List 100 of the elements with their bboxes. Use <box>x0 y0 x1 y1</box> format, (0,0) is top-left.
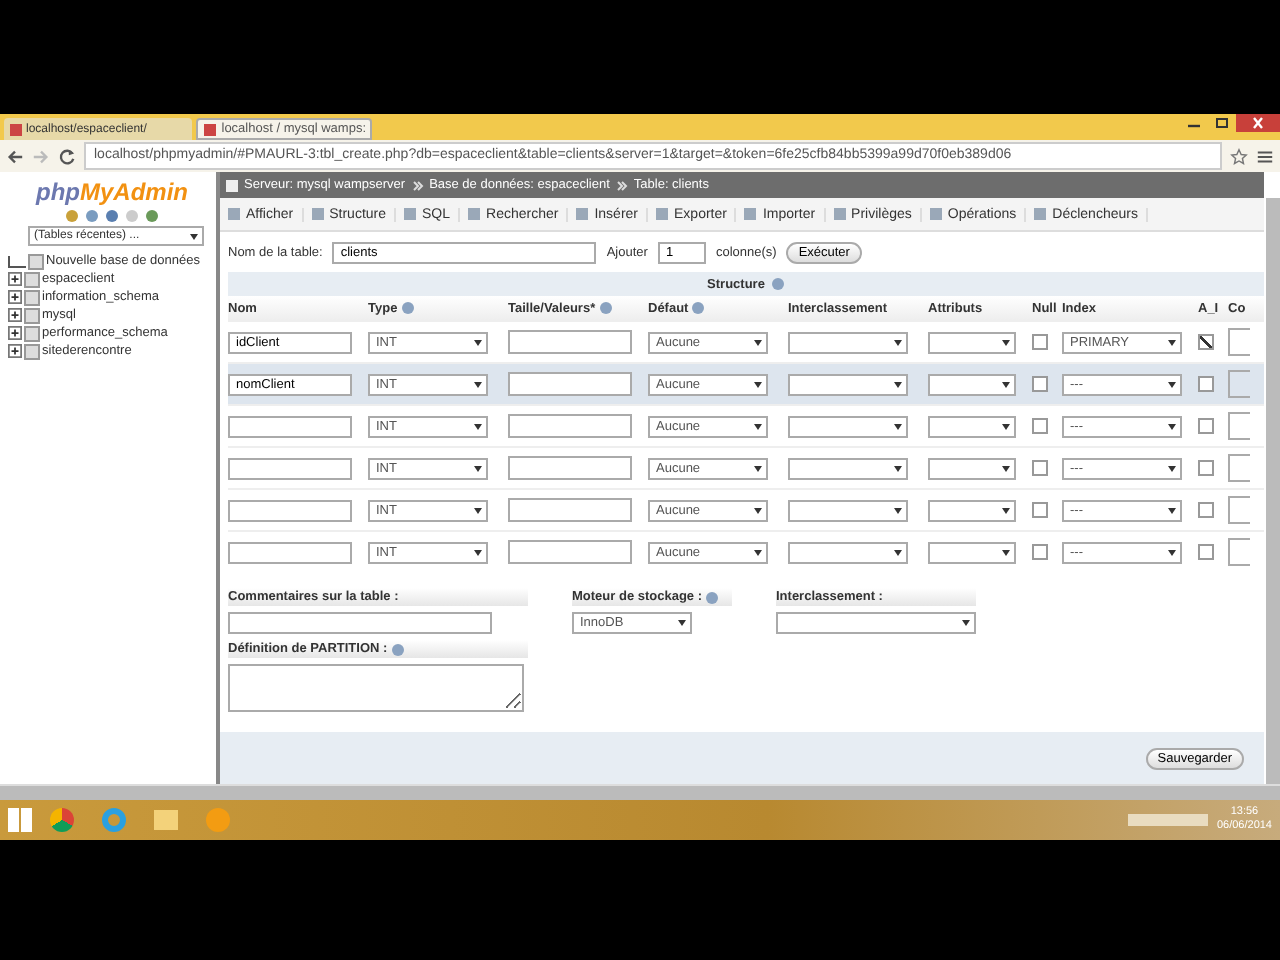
caret-icon <box>1002 381 1010 387</box>
reload-icon[interactable] <box>58 147 76 165</box>
column-name-field[interactable] <box>228 415 352 437</box>
attributes-dropdown[interactable] <box>928 373 1016 395</box>
attributes-dropdown[interactable] <box>928 415 1016 437</box>
collation-dropdown[interactable] <box>788 457 908 479</box>
back-icon[interactable] <box>6 147 24 165</box>
null-checkbox[interactable] <box>1032 544 1048 560</box>
caret-icon <box>754 339 762 345</box>
tab-icon <box>833 208 846 220</box>
caret-icon <box>1002 465 1010 471</box>
scrollbar[interactable] <box>1266 198 1280 784</box>
scrollbar[interactable] <box>0 784 1280 800</box>
collation-dropdown[interactable] <box>788 415 908 437</box>
expand-icon[interactable] <box>8 344 22 358</box>
attributes-dropdown[interactable] <box>928 457 1016 479</box>
logo-text: MyAdmin <box>80 178 188 206</box>
caret-icon <box>1168 423 1176 429</box>
tab-icon <box>744 208 757 220</box>
close-icon[interactable] <box>1236 114 1280 132</box>
length-field[interactable] <box>508 540 632 564</box>
separator-icon <box>615 179 628 191</box>
partition-field[interactable] <box>228 664 524 712</box>
column-name-field[interactable] <box>228 541 352 563</box>
collation-dropdown[interactable] <box>788 331 908 353</box>
comment-field[interactable] <box>1228 370 1250 398</box>
caret-icon <box>190 233 198 239</box>
comment-field[interactable] <box>1228 328 1250 356</box>
page-icon <box>10 123 22 135</box>
caret-icon <box>1002 507 1010 513</box>
windows-logo-icon[interactable] <box>8 808 32 832</box>
column-name-field[interactable] <box>228 499 352 521</box>
caret-icon <box>678 620 686 626</box>
null-checkbox[interactable] <box>1032 502 1048 518</box>
caret-icon <box>754 381 762 387</box>
collation-dropdown[interactable] <box>788 499 908 521</box>
caret-icon <box>894 381 902 387</box>
caret-icon <box>962 620 970 626</box>
tab-icon <box>656 208 669 220</box>
tab-icon <box>311 208 324 220</box>
caret-icon <box>1002 339 1010 345</box>
caret-icon <box>754 465 762 471</box>
tab-icon <box>404 208 417 220</box>
attributes-dropdown[interactable] <box>928 499 1016 521</box>
column-name-field[interactable] <box>228 457 352 479</box>
caret-icon <box>894 339 902 345</box>
length-field[interactable] <box>508 330 632 354</box>
caret-icon <box>754 423 762 429</box>
comment-field[interactable] <box>1228 454 1250 482</box>
caret-icon <box>894 549 902 555</box>
table-collation-dropdown[interactable] <box>776 612 976 634</box>
comments-field[interactable] <box>228 612 492 634</box>
tab-icon <box>468 208 481 220</box>
auto-increment-checkbox[interactable] <box>1198 502 1214 518</box>
logo-text: php <box>36 178 80 206</box>
caret-icon <box>1168 339 1176 345</box>
length-field[interactable] <box>508 372 632 396</box>
tab-icon <box>929 208 942 220</box>
auto-increment-checkbox[interactable] <box>1198 460 1214 476</box>
star-icon[interactable] <box>1230 147 1248 165</box>
caret-icon <box>474 339 482 345</box>
attributes-dropdown[interactable] <box>928 331 1016 353</box>
auto-increment-checkbox[interactable] <box>1198 334 1214 350</box>
expand-icon[interactable] <box>8 308 22 322</box>
caret-icon <box>474 465 482 471</box>
caret-icon <box>754 549 762 555</box>
expand-icon[interactable] <box>8 290 22 304</box>
comment-field[interactable] <box>1228 496 1250 524</box>
null-checkbox[interactable] <box>1032 418 1048 434</box>
attributes-dropdown[interactable] <box>928 541 1016 563</box>
collation-dropdown[interactable] <box>788 541 908 563</box>
comment-field[interactable] <box>1228 412 1250 440</box>
page-icon <box>204 123 216 135</box>
tab-icon <box>228 208 240 220</box>
null-checkbox[interactable] <box>1032 460 1048 476</box>
caret-icon <box>754 507 762 513</box>
auto-increment-checkbox[interactable] <box>1198 544 1214 560</box>
null-checkbox[interactable] <box>1032 376 1048 392</box>
tab-icon <box>576 208 589 220</box>
auto-increment-checkbox[interactable] <box>1198 418 1214 434</box>
auto-increment-checkbox[interactable] <box>1198 376 1214 392</box>
length-field[interactable] <box>508 414 632 438</box>
comment-field[interactable] <box>1228 538 1250 566</box>
null-checkbox[interactable] <box>1032 334 1048 350</box>
expand-icon[interactable] <box>8 326 22 340</box>
caret-icon <box>474 507 482 513</box>
caret-icon <box>1002 549 1010 555</box>
expand-icon[interactable] <box>8 272 22 286</box>
caret-icon <box>1002 423 1010 429</box>
caret-icon <box>1168 507 1176 513</box>
caret-icon <box>1168 465 1176 471</box>
forward-icon[interactable] <box>32 147 50 165</box>
collation-dropdown[interactable] <box>788 373 908 395</box>
separator-icon <box>411 179 424 191</box>
menu-icon[interactable] <box>1256 147 1274 165</box>
caret-icon <box>894 423 902 429</box>
caret-icon <box>894 465 902 471</box>
caret-icon <box>1168 381 1176 387</box>
length-field[interactable] <box>508 456 632 480</box>
length-field[interactable] <box>508 498 632 522</box>
